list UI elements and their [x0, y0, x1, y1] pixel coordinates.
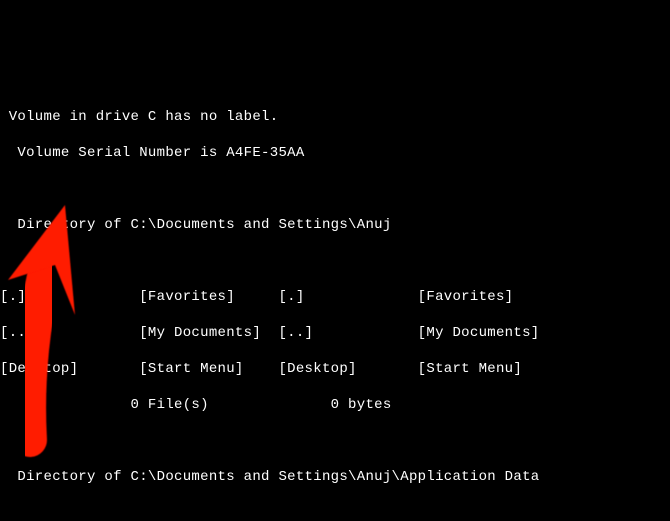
dir-row: [Desktop] [Start Menu] [Desktop] [Start … [0, 360, 670, 378]
blank [0, 432, 670, 450]
dir-row: [.] [Favorites] [.] [Favorites] [0, 288, 670, 306]
dir-row: [..] [My Documents] [..] [My Documents] [0, 324, 670, 342]
blank [0, 180, 670, 198]
volume-line: Volume in drive C has no label. [0, 108, 670, 126]
dir-header: Directory of C:\Documents and Settings\A… [0, 216, 670, 234]
serial-line: Volume Serial Number is A4FE-35AA [0, 144, 670, 162]
dir-header: Directory of C:\Documents and Settings\A… [0, 468, 670, 486]
blank [0, 504, 670, 521]
blank [0, 252, 670, 270]
dir-summary: 0 File(s) 0 bytes [0, 396, 670, 414]
terminal-output: Volume in drive C has no label. Volume S… [0, 90, 670, 521]
